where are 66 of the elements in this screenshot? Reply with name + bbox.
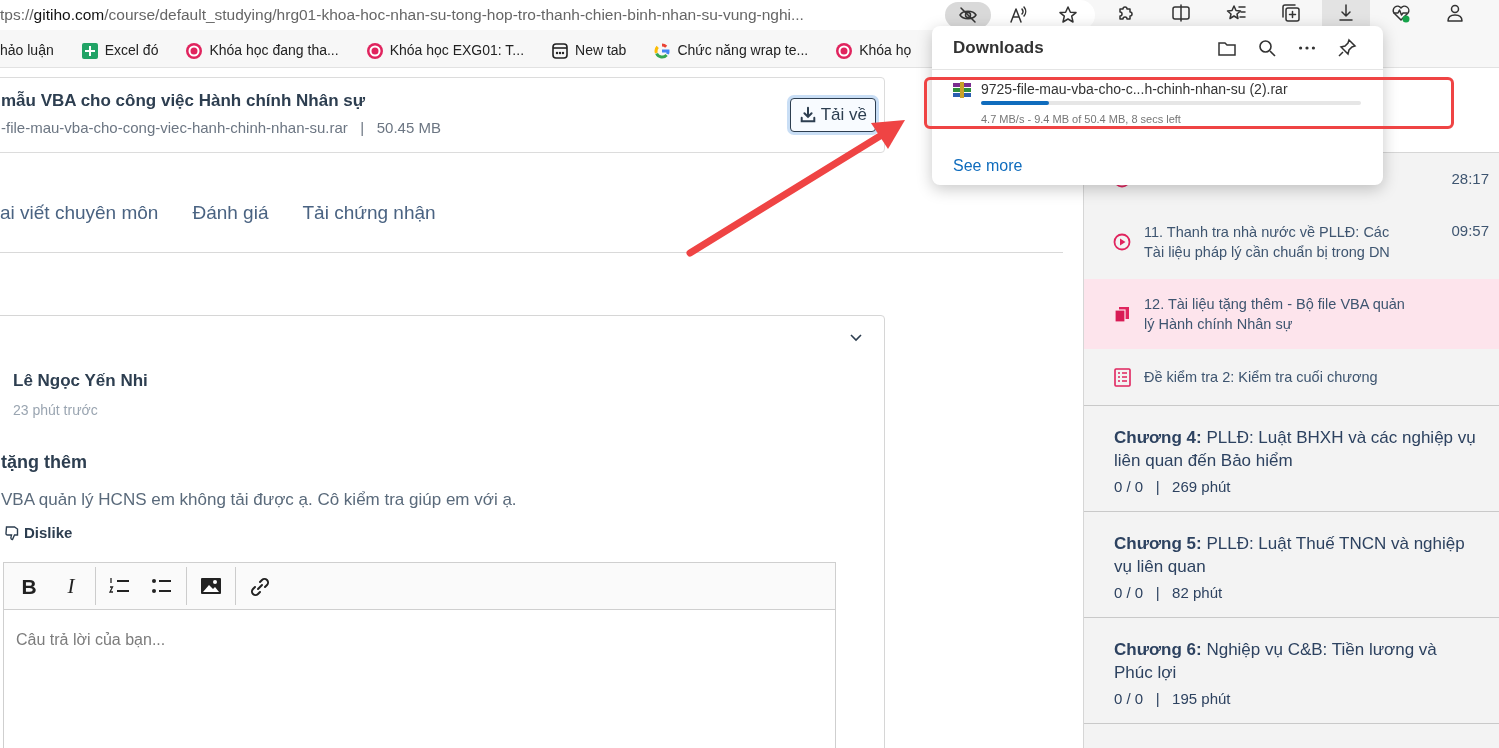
comment-text: VBA quản lý HCNS em không tải được ạ. Cô kiểm tra giúp em với ạ. <box>1 488 518 511</box>
chapter-title: Chương 5: PLLĐ: Luật Thuế TNCN và nghiệp vụ liên quan <box>1114 533 1466 578</box>
chapter-stats: 0 / 0 | 269 phút <box>1114 477 1232 497</box>
tab[interactable]: Tải chứng nhận <box>302 198 436 227</box>
puzzle-icon <box>1116 3 1136 23</box>
bookmark[interactable]: Khóa họ <box>836 40 912 61</box>
lesson-duration: 09:57 <box>1451 221 1489 241</box>
pin-icon <box>1337 37 1357 58</box>
tracking-prevention-button[interactable] <box>945 2 991 28</box>
more-icon <box>1299 45 1315 50</box>
tab[interactable]: Đánh giá <box>192 198 269 227</box>
file-title: mẫu VBA cho công việc Hành chính Nhân sự <box>1 90 366 112</box>
collections-icon <box>1281 3 1301 23</box>
chapter-stats: 0 / 0 | 195 phút <box>1114 689 1232 709</box>
lesson-title: 11. Thanh tra nhà nước về PLLĐ: Các Tài liệu pháp lý cần chuẩn bị trong DN <box>1144 223 1391 262</box>
search-icon <box>1257 37 1277 58</box>
download-icon <box>798 106 817 124</box>
chapter-title: Chương 4: PLLĐ: Luật BHXH và các nghiệp vụ liên quan đến Bảo hiểm <box>1114 427 1477 472</box>
panel-title: Downloads <box>953 36 1045 59</box>
see-more-link[interactable]: See more <box>953 153 1023 178</box>
profile-icon <box>1446 3 1466 23</box>
comment-title: tặng thêm <box>1 450 88 474</box>
sheet-icon <box>81 42 98 59</box>
documents-icon <box>1112 304 1132 324</box>
lesson-item[interactable]: 12. Tài liệu tặng thêm - Bộ file VBA quản lý Hành chính Nhân sự <box>1084 279 1499 349</box>
heart-pulse-icon <box>1391 3 1411 23</box>
bookmark[interactable]: Excel đó <box>81 40 159 61</box>
chapter-item[interactable]: Chương 5: PLLĐ: Luật Thuế TNCN và nghiệp vụ liên quan 0 / 0 | 82 phút <box>1084 511 1499 617</box>
file-name[interactable]: 9725-file-mau-vba-cho-c...h-chinh-nhan-su (2).rar <box>981 80 1361 98</box>
download-icon <box>1336 3 1356 23</box>
chapter-title: Chương 6: Nghiệp vụ C&B: Tiền lương và Phúc lợi <box>1114 639 1438 684</box>
checklist-icon <box>1112 367 1132 387</box>
thumbs-down-icon <box>5 525 21 542</box>
read-aloud-icon <box>1008 5 1028 25</box>
bookmark[interactable]: Khóa học đang tha... <box>186 40 339 61</box>
author-name: Lê Ngọc Yến Nhi <box>13 370 149 392</box>
chapter-item[interactable]: Chương 4: PLLĐ: Luật BHXH và các nghiệp vụ liên quan đến Bảo hiểm 0 / 0 | 269 phút <box>1084 405 1499 511</box>
tab[interactable]: ai viết chuyên môn <box>0 198 159 227</box>
lesson-title: Đề kiểm tra 2: Kiểm tra cuối chương <box>1144 368 1379 387</box>
italic-button[interactable]: I <box>50 568 92 605</box>
bookmark[interactable]: New tab <box>552 40 627 61</box>
archive-file-icon <box>952 80 972 100</box>
play-icon <box>1112 232 1132 252</box>
answer-field[interactable]: Câu trả lời của bạn... <box>3 610 836 748</box>
download-button[interactable] <box>1322 0 1370 26</box>
file-info: -file-mau-vba-cho-cong-viec-hanh-chinh-nhan-su.rar | 50.45 MB <box>1 118 441 138</box>
lesson-duration: 28:17 <box>1451 169 1489 189</box>
post-time: 23 phút trước <box>13 400 99 420</box>
star-icon <box>1058 5 1078 25</box>
download-status: 4.7 MB/s - 9.4 MB of 50.4 MB, 8 secs left <box>981 112 1182 127</box>
tracking-prevention-icon <box>958 5 978 25</box>
download-button[interactable]: Tải về <box>789 98 876 132</box>
new-tab-icon <box>552 42 569 59</box>
chevron-down-icon <box>850 334 862 342</box>
bookmark[interactable]: Khóa học EXG01: T... <box>366 40 525 61</box>
bold-button[interactable]: B <box>8 568 50 605</box>
link-icon <box>248 575 272 598</box>
lesson-item[interactable]: 11. Thanh tra nhà nước về PLLĐ: Các Tài liệu pháp lý cần chuẩn bị trong DN 09:57 <box>1084 205 1499 279</box>
split-screen-icon <box>1171 3 1191 23</box>
bookmark[interactable]: Chức năng wrap te... <box>654 40 809 61</box>
lesson-item[interactable]: Đề kiểm tra 2: Kiểm tra cuối chương <box>1084 349 1499 405</box>
chapter-item[interactable]: Chương 6: Nghiệp vụ C&B: Tiền lương và Phúc lợi 0 / 0 | 195 phút <box>1084 617 1499 723</box>
bookmark[interactable]: hảo luận <box>0 40 54 61</box>
dislike-button[interactable]: Dislike <box>5 522 73 545</box>
chapter-stats: 0 / 0 | 82 phút <box>1114 583 1224 603</box>
lesson-title: 12. Tài liệu tặng thêm - Bộ file VBA quản lý Hành chính Nhân sự <box>1144 295 1406 334</box>
